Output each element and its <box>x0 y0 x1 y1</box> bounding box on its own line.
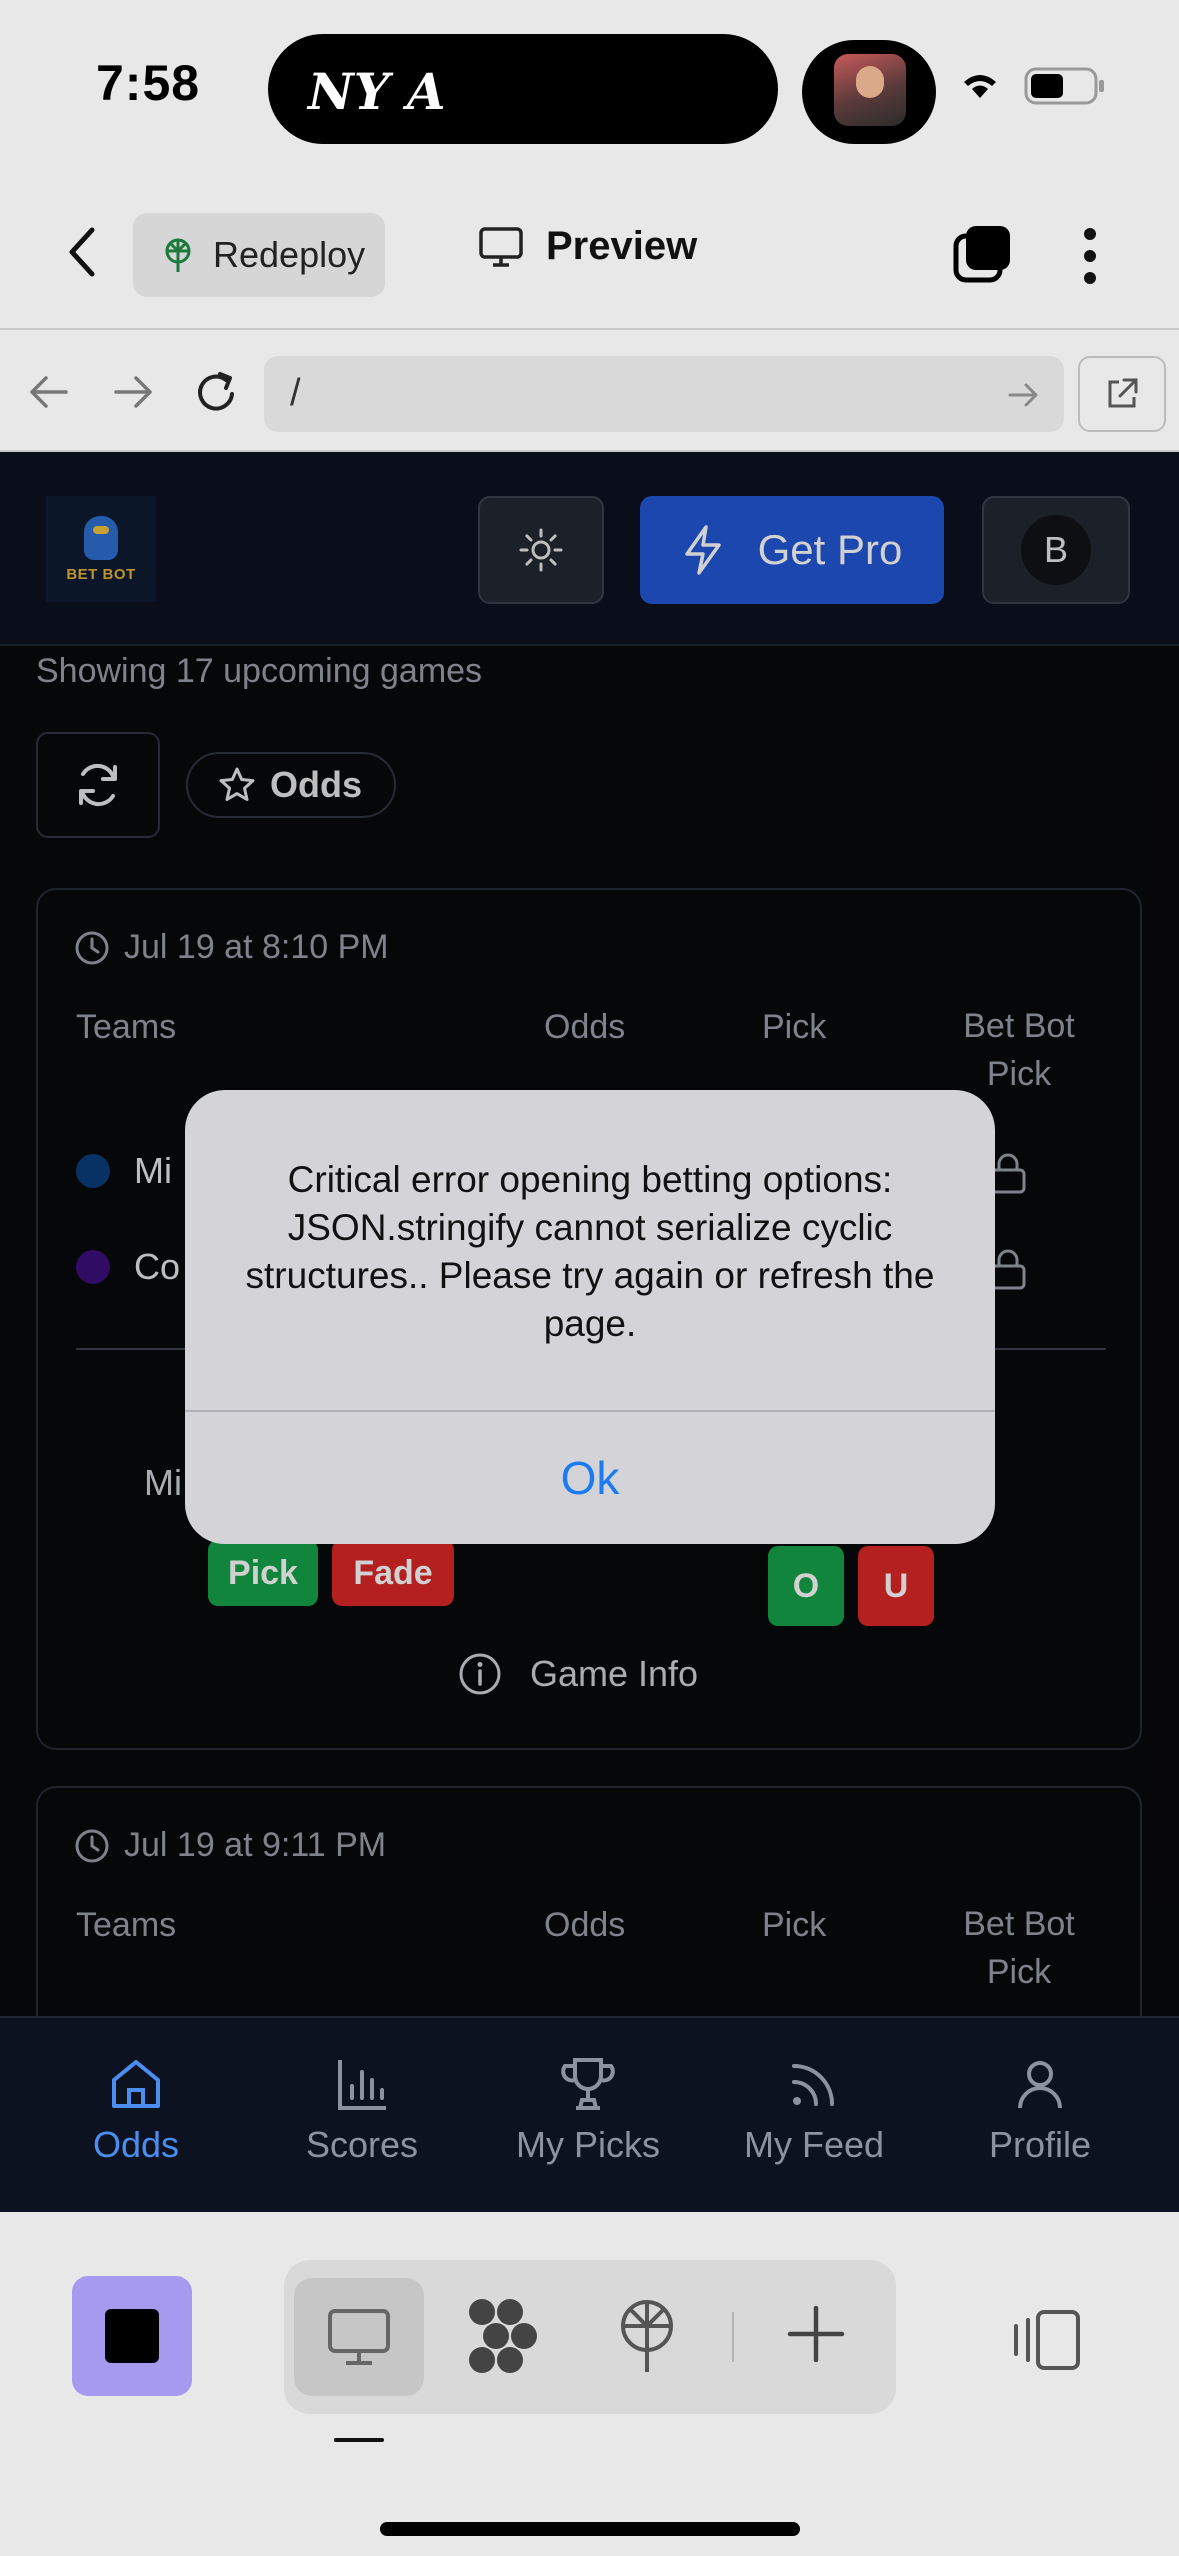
add-tool-icon[interactable] <box>786 2304 846 2364</box>
redeploy-button[interactable]: Redeploy <box>133 213 385 297</box>
tab-label: Odds <box>92 2124 180 2165</box>
yankees-logo: NY A <box>308 62 446 121</box>
tab-profile[interactable]: Profile <box>940 2056 1140 2166</box>
preview-label: Preview <box>546 224 698 268</box>
monitor-icon <box>328 2309 390 2365</box>
tab-label: My Feed <box>743 2124 885 2165</box>
browser-back-icon[interactable] <box>26 372 70 412</box>
monitor-icon <box>479 226 523 267</box>
tool-switcher <box>284 2260 896 2414</box>
bottom-tab-bar: Odds Scores My Picks My Feed Profile <box>0 2016 1179 2212</box>
rss-icon <box>792 2064 834 2106</box>
wifi-icon <box>964 75 996 98</box>
active-tool-indicator <box>334 2438 384 2442</box>
more-options-icon[interactable] <box>1080 226 1100 286</box>
bar-chart-icon <box>338 2060 386 2110</box>
reload-icon[interactable] <box>192 368 242 416</box>
back-chevron-icon[interactable] <box>62 222 102 282</box>
tab-label: Profile <box>988 2124 1092 2165</box>
home-indicator <box>380 2522 800 2536</box>
preview-tab[interactable]: Preview <box>478 224 697 269</box>
stop-button[interactable] <box>72 2276 192 2396</box>
url-text: / <box>290 372 301 414</box>
tab-label: My Picks <box>516 2124 660 2165</box>
external-link-icon <box>1108 378 1138 408</box>
go-arrow-icon[interactable] <box>1008 380 1040 410</box>
status-time: 7:58 <box>96 55 201 111</box>
trophy-icon <box>561 2058 615 2110</box>
tab-scores[interactable]: Scores <box>262 2056 462 2166</box>
panel-toggle-icon[interactable] <box>1010 2308 1082 2372</box>
agent-icon[interactable] <box>462 2296 538 2376</box>
tab-odds[interactable]: Odds <box>36 2056 236 2166</box>
open-external-button[interactable] <box>1078 356 1166 432</box>
browser-forward-icon[interactable] <box>112 372 156 412</box>
app-header: Redeploy Preview <box>0 178 1179 330</box>
redeploy-label: Redeploy <box>213 234 366 275</box>
dynamic-island: NY A <box>268 34 778 144</box>
live-activity <box>802 40 936 144</box>
battery-icon <box>1024 67 1104 105</box>
tab-my-feed[interactable]: My Feed <box>714 2056 914 2166</box>
tab-my-picks[interactable]: My Picks <box>488 2056 688 2166</box>
status-bar: 7:58 NY A <box>0 0 1179 178</box>
live-activity-avatar <box>834 54 906 126</box>
url-input[interactable]: / <box>264 356 1064 432</box>
home-icon <box>112 2060 160 2108</box>
browser-bar: / <box>0 330 1179 452</box>
alert-ok-button[interactable]: Ok <box>185 1412 995 1544</box>
stop-icon <box>105 2309 159 2363</box>
error-alert-dialog: Critical error opening betting options: … <box>185 1090 995 1544</box>
user-icon <box>1018 2061 1062 2109</box>
deploy-icon <box>165 238 191 272</box>
preview-tool-button[interactable] <box>294 2278 424 2396</box>
alert-message: Critical error opening betting options: … <box>245 1159 935 1344</box>
tabs-icon[interactable] <box>950 222 1014 286</box>
tab-label: Scores <box>305 2124 419 2165</box>
deploy-icon[interactable] <box>614 2296 680 2376</box>
toolbar-divider <box>732 2312 734 2362</box>
workspace-toolbar <box>0 2212 1179 2556</box>
